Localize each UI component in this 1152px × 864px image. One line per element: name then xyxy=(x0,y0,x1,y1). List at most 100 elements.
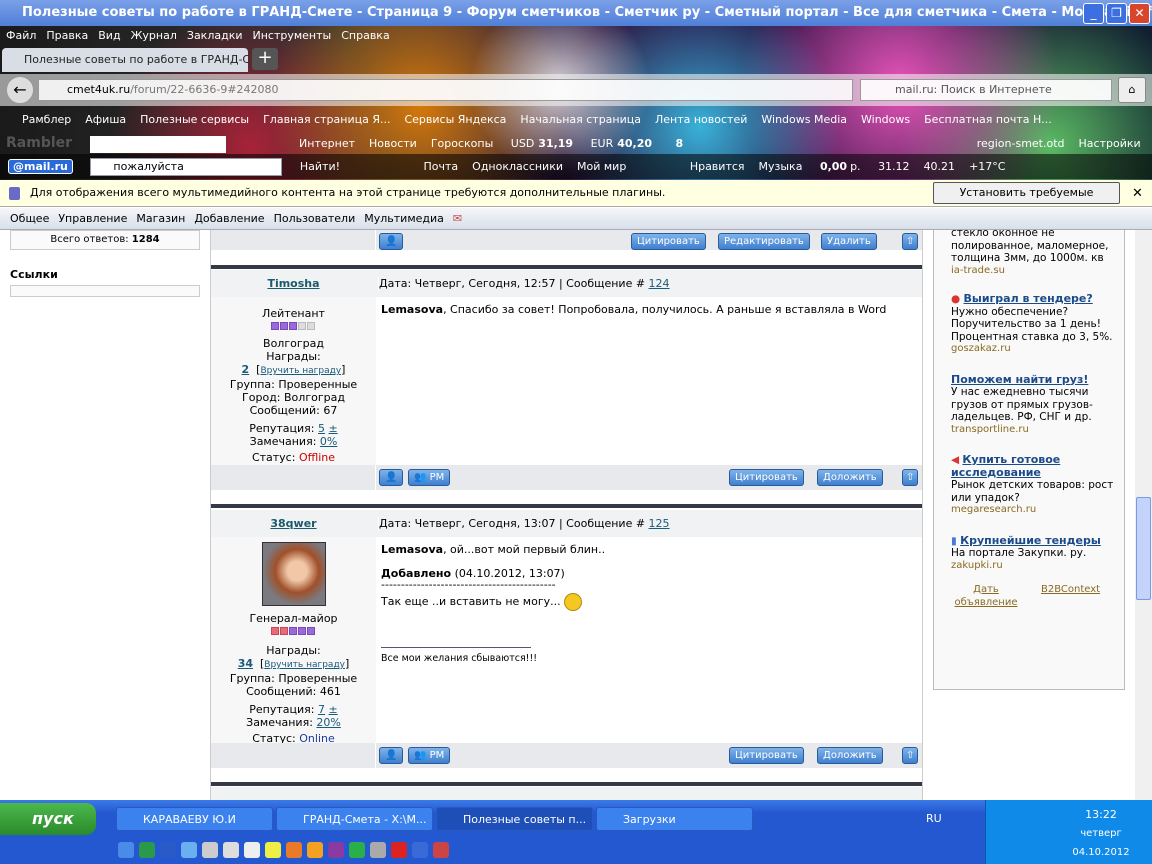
minimize-button[interactable]: _ xyxy=(1083,3,1104,24)
rambler-horoscope[interactable]: Гороскопы xyxy=(431,137,493,150)
awards-count[interactable]: 34 xyxy=(238,657,253,670)
rambler-logo[interactable]: Rambler xyxy=(6,135,72,151)
mail-count[interactable]: 8 xyxy=(676,137,684,150)
browser-icon[interactable] xyxy=(181,842,197,858)
install-plugins-button[interactable]: Установить требуемые плагины... xyxy=(933,182,1120,219)
menu-tools[interactable]: Инструменты xyxy=(253,29,332,42)
nav-multimedia[interactable]: Мультимедиа xyxy=(364,212,444,225)
nav-shop[interactable]: Магазин xyxy=(136,212,185,225)
reputation-change[interactable]: ± xyxy=(329,703,338,716)
reputation-link[interactable]: 5 xyxy=(318,422,325,435)
home-button[interactable]: ⌂ xyxy=(1118,77,1146,103)
excel-icon[interactable] xyxy=(139,842,155,858)
post-author[interactable]: 38qwer xyxy=(211,517,376,530)
report-button[interactable]: Доложить xyxy=(817,469,883,486)
bookmark[interactable]: Рамблер xyxy=(22,113,71,126)
clock-time[interactable]: 13:22 xyxy=(1056,808,1146,821)
url-bar[interactable]: cmet4uk.ru/forum/22-6636-9#242080 xyxy=(38,79,853,101)
pm-button[interactable]: 👥 PM xyxy=(408,747,451,764)
mailru-logo[interactable]: @mail.ru xyxy=(8,159,73,174)
mailru-search-input[interactable]: пожалуйста xyxy=(90,158,283,176)
warnings-link[interactable]: 20% xyxy=(316,716,340,729)
language-indicator[interactable]: RU xyxy=(926,812,942,825)
reputation-change[interactable]: ± xyxy=(329,422,338,435)
nav-add[interactable]: Добавление xyxy=(194,212,264,225)
warnings-link[interactable]: 0% xyxy=(320,435,337,448)
scroll-top-icon[interactable]: ⇧ xyxy=(902,469,919,486)
mailru-myworld[interactable]: Мой мир xyxy=(577,160,626,173)
ad-title[interactable]: Купить готовое исследование xyxy=(951,453,1060,479)
app-icon[interactable] xyxy=(202,842,218,858)
bookmark[interactable]: Windows xyxy=(861,113,910,126)
ie-icon[interactable] xyxy=(118,842,134,858)
close-notification-icon[interactable]: ✕ xyxy=(1132,186,1143,201)
nav-users[interactable]: Пользователи xyxy=(274,212,356,225)
profile-icon[interactable]: 👤 xyxy=(379,233,404,250)
bookmark[interactable]: Афиша xyxy=(85,113,126,126)
bookmark[interactable]: Лента новостей xyxy=(655,113,747,126)
menu-history[interactable]: Журнал xyxy=(131,29,177,42)
bookmark[interactable]: Сервисы Яндекса xyxy=(404,113,506,126)
rambler-settings[interactable]: Настройки xyxy=(1079,137,1141,150)
quote-button[interactable]: Цитировать xyxy=(631,233,706,250)
give-award-link[interactable]: Вручить награду xyxy=(264,660,345,670)
nav-general[interactable]: Общее xyxy=(10,212,49,225)
bookmark[interactable]: Бесплатная почта Н... xyxy=(924,113,1052,126)
taskbar-item[interactable]: КАРАВАЕВУ Ю.И xyxy=(116,807,273,831)
ad-site[interactable]: zakupki.ru xyxy=(951,560,1124,573)
menu-edit[interactable]: Правка xyxy=(46,29,88,42)
mail-icon[interactable]: ✉ xyxy=(453,212,462,225)
pm-button[interactable]: 👥 PM xyxy=(408,469,451,486)
ad-site[interactable]: goszakaz.ru xyxy=(951,343,1124,356)
word-icon[interactable] xyxy=(160,842,176,858)
start-button[interactable]: пуск xyxy=(0,803,96,835)
profile-icon[interactable]: 👤 xyxy=(379,469,404,486)
bookmark[interactable]: Windows Media xyxy=(761,113,847,126)
ad-title[interactable]: Выиграл в тендере? xyxy=(964,292,1093,305)
quote-button[interactable]: Цитировать xyxy=(729,747,804,764)
scroll-top-icon[interactable]: ⇧ xyxy=(902,747,919,764)
weather[interactable]: +17°C xyxy=(969,160,1005,173)
mailru-ok[interactable]: Одноклассники xyxy=(472,160,563,173)
player-icon[interactable] xyxy=(307,842,323,858)
mailru-find-button[interactable]: Найти! xyxy=(300,160,340,173)
app-icon[interactable] xyxy=(223,842,239,858)
search-input[interactable]: mail.ru: Поиск в Интернете xyxy=(860,79,1112,101)
report-button[interactable]: Доложить xyxy=(817,747,883,764)
app-icon[interactable] xyxy=(328,842,344,858)
mailru-mail[interactable]: Почта xyxy=(424,160,459,173)
taskbar-item[interactable]: Загрузки xyxy=(596,807,753,831)
mailru-music[interactable]: Музыка xyxy=(759,160,803,173)
taskbar-item-active[interactable]: Полезные советы п... xyxy=(436,807,593,831)
app-icon[interactable] xyxy=(349,842,365,858)
ad-site[interactable]: megaresearch.ru xyxy=(951,504,1124,517)
menu-bookmarks[interactable]: Закладки xyxy=(187,29,243,42)
reputation-link[interactable]: 7 xyxy=(318,703,325,716)
close-button[interactable]: ✕ xyxy=(1129,3,1150,24)
rambler-news[interactable]: Новости xyxy=(369,137,417,150)
post-author[interactable]: Timosha xyxy=(211,277,376,290)
rambler-search-input[interactable] xyxy=(89,135,226,153)
quoted-user[interactable]: Lemasova xyxy=(381,303,443,316)
ad-site[interactable]: ia-trade.su xyxy=(951,265,1124,278)
bookmark[interactable]: Начальная страница xyxy=(520,113,641,126)
profile-icon[interactable]: 👤 xyxy=(379,747,404,764)
firefox-icon[interactable] xyxy=(286,842,302,858)
ad-title[interactable]: Поможем найти груз! xyxy=(951,373,1088,386)
rambler-internet[interactable]: Интернет xyxy=(299,137,355,150)
ad-title[interactable]: Крупнейшие тендеры xyxy=(960,534,1101,547)
scrollbar-thumb[interactable] xyxy=(1136,497,1151,600)
edit-button[interactable]: Редактировать xyxy=(718,233,810,250)
app-icon[interactable] xyxy=(412,842,428,858)
menu-file[interactable]: Файл xyxy=(6,29,36,42)
ad-site[interactable]: transportline.ru xyxy=(951,424,1124,437)
post-number-link[interactable]: 124 xyxy=(649,277,670,290)
quote-button[interactable]: Цитировать xyxy=(729,469,804,486)
menu-view[interactable]: Вид xyxy=(98,29,120,42)
app-icon[interactable] xyxy=(244,842,260,858)
acrobat-icon[interactable] xyxy=(391,842,407,858)
quoted-user[interactable]: Lemasova xyxy=(381,543,443,556)
mailru-like[interactable]: Нравится xyxy=(690,160,745,173)
new-tab-button[interactable]: + xyxy=(252,48,278,70)
post-number-link[interactable]: 125 xyxy=(649,517,670,530)
